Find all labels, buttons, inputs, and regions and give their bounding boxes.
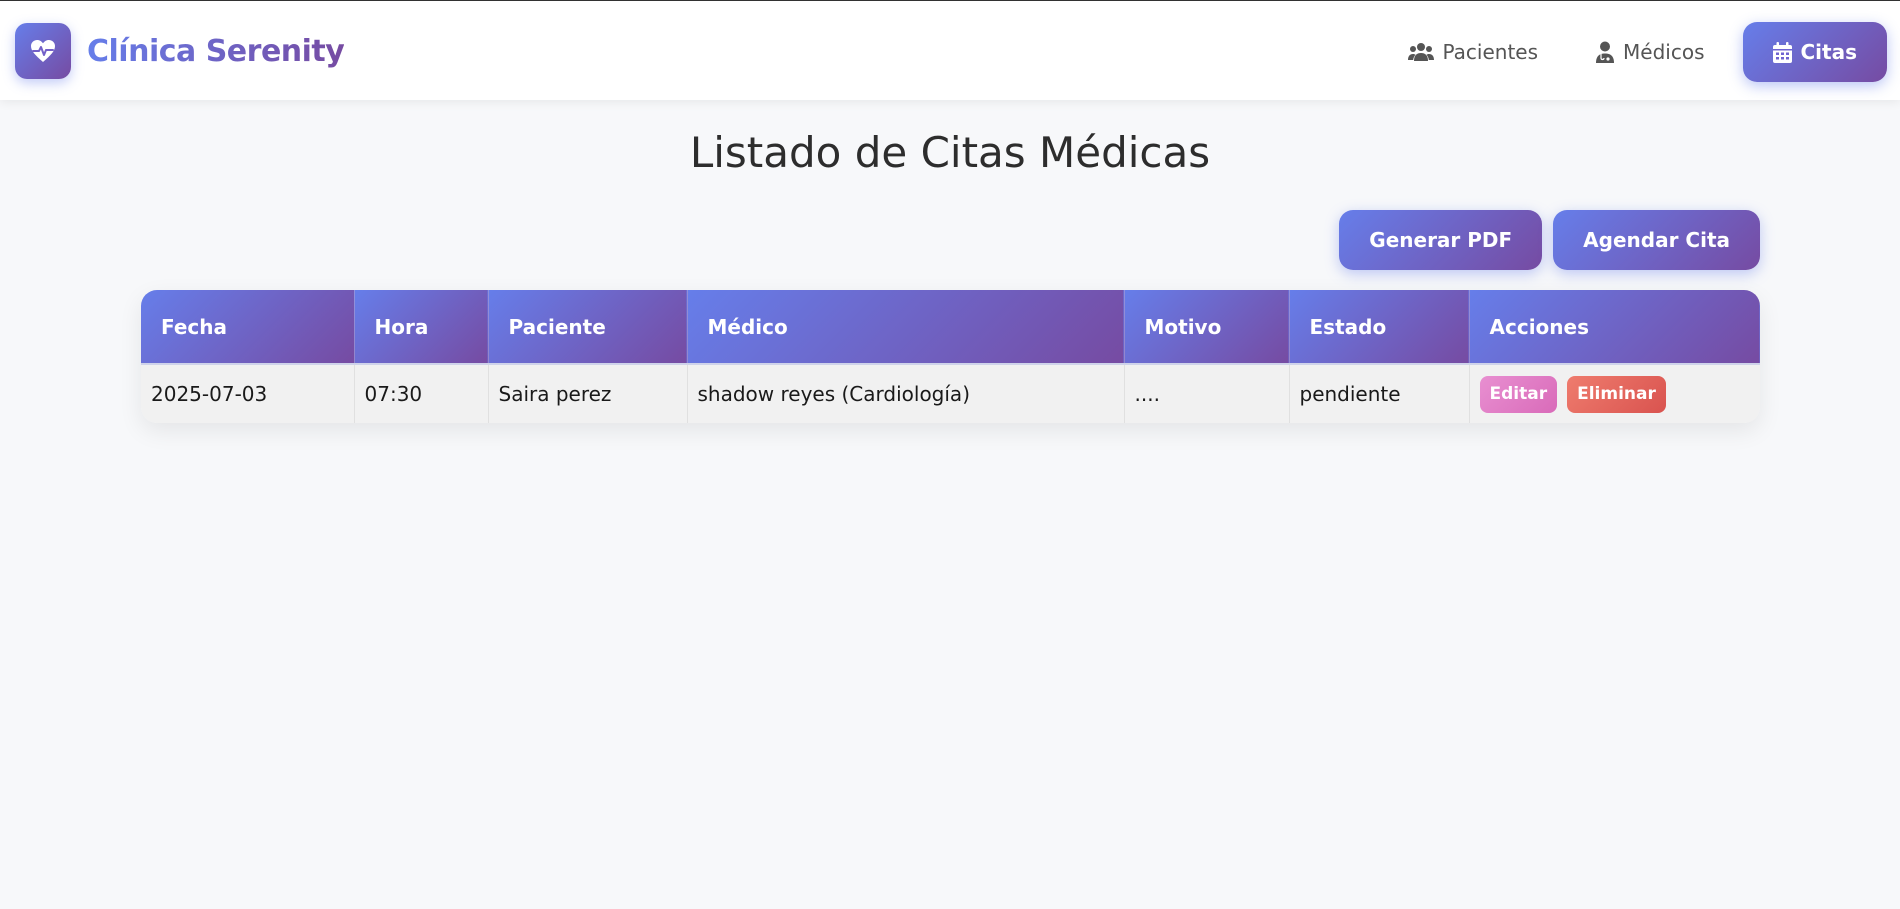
nav-link-pacientes[interactable]: Pacientes [1388, 22, 1559, 82]
users-icon [1407, 43, 1434, 61]
page-actions: Generar PDF Agendar Cita [1339, 210, 1760, 270]
cell-medico: shadow reyes (Cardiología) [687, 363, 1125, 423]
column-header-acciones: Acciones [1469, 290, 1760, 364]
nav-link-citas[interactable]: Citas [1742, 22, 1887, 82]
column-header-hora[interactable]: Hora [354, 290, 489, 364]
column-header-medico[interactable]: Médico [687, 290, 1125, 364]
cell-paciente: Saira perez [488, 363, 688, 423]
doctor-icon [1596, 41, 1615, 63]
schedule-appointment-button[interactable]: Agendar Cita [1553, 210, 1760, 270]
nav-label-citas: Citas [1800, 40, 1858, 64]
main-nav: Pacientes Médicos Citas [1370, 22, 1887, 82]
edit-button[interactable]: Editar [1479, 375, 1558, 413]
nav-label-pacientes: Pacientes [1442, 40, 1539, 64]
nav-link-medicos[interactable]: Médicos [1576, 22, 1724, 82]
column-header-estado[interactable]: Estado [1289, 290, 1470, 364]
row-actions: Editar Eliminar [1479, 375, 1751, 413]
column-header-paciente[interactable]: Paciente [488, 290, 688, 364]
top-navbar: Clínica Serenity Pacientes Médicos Citas [0, 1, 1900, 100]
cell-fecha: 2025-07-03 [141, 363, 355, 423]
cell-estado: pendiente [1289, 363, 1470, 423]
calendar-icon [1772, 41, 1792, 63]
cell-acciones: Editar Eliminar [1469, 363, 1760, 423]
nav-label-medicos: Médicos [1623, 40, 1705, 64]
appointments-table: Fecha Hora Paciente Médico Motivo Estado… [141, 290, 1760, 423]
table-header: Fecha Hora Paciente Médico Motivo Estado… [141, 290, 1760, 364]
brand[interactable]: Clínica Serenity [15, 23, 345, 79]
brand-name: Clínica Serenity [87, 33, 345, 69]
delete-button[interactable]: Eliminar [1567, 375, 1666, 413]
heart-pulse-icon [15, 23, 71, 79]
column-header-fecha[interactable]: Fecha [141, 290, 355, 364]
cell-hora: 07:30 [354, 363, 489, 423]
generate-pdf-button[interactable]: Generar PDF [1339, 210, 1543, 270]
column-header-motivo[interactable]: Motivo [1124, 290, 1290, 364]
cell-motivo: .... [1124, 363, 1290, 423]
page-title: Listado de Citas Médicas [689, 128, 1211, 177]
table-row: 2025-07-03 07:30 Saira perez shadow reye… [141, 363, 1760, 423]
